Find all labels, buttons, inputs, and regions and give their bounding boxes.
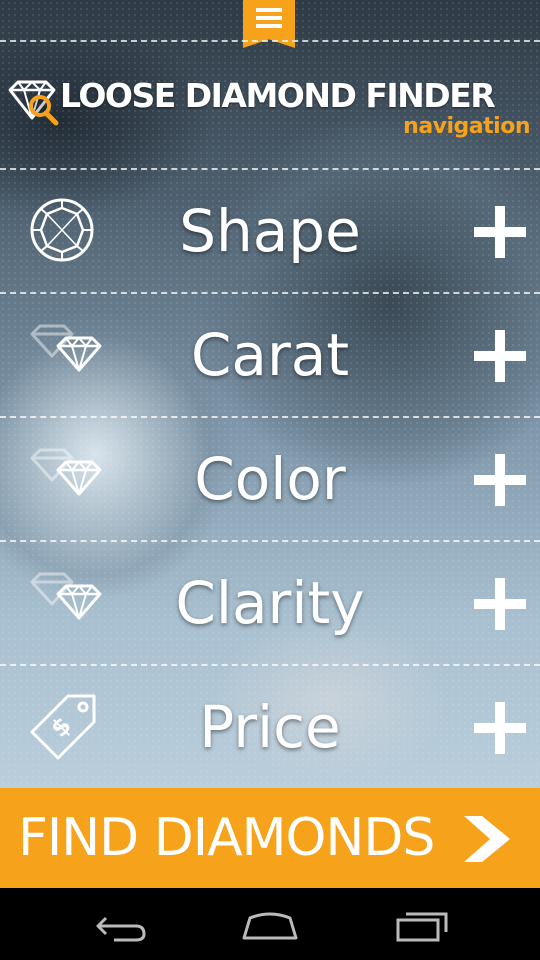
diamond-magnifier-icon: [8, 80, 59, 126]
divider: [0, 40, 540, 42]
nav-item-shape[interactable]: Shape: [0, 170, 540, 292]
plus-icon: [474, 702, 526, 754]
nav-item-label: Color: [194, 445, 346, 513]
app-logo: LOOSE DIAMOND FINDER navigation: [0, 72, 540, 152]
nav-item-price[interactable]: $ Price: [0, 666, 540, 788]
nav-item-label: Clarity: [175, 569, 365, 637]
nav-item-carat[interactable]: Carat: [0, 294, 540, 416]
app-subtitle: navigation: [403, 114, 530, 139]
back-icon[interactable]: [90, 908, 150, 944]
plus-icon: [474, 578, 526, 630]
chevron-right-icon: [464, 816, 510, 862]
nav-item-color[interactable]: Color: [0, 418, 540, 540]
app-title: LOOSE DIAMOND FINDER: [60, 76, 496, 115]
app-screen: LOOSE DIAMOND FINDER navigation Shape Ca…: [0, 0, 540, 960]
find-diamonds-button[interactable]: FIND DIAMONDS: [0, 788, 540, 888]
system-navigation-bar: [0, 888, 540, 960]
nav-item-label: Shape: [179, 197, 361, 265]
recent-apps-icon[interactable]: [392, 908, 452, 944]
nav-item-clarity[interactable]: Clarity: [0, 542, 540, 664]
nav-item-label: Price: [199, 693, 341, 761]
plus-icon: [474, 330, 526, 382]
home-icon[interactable]: [240, 908, 300, 944]
plus-icon: [474, 206, 526, 258]
plus-icon: [474, 454, 526, 506]
nav-item-label: Carat: [190, 321, 350, 389]
find-diamonds-label: FIND DIAMONDS: [18, 808, 435, 868]
